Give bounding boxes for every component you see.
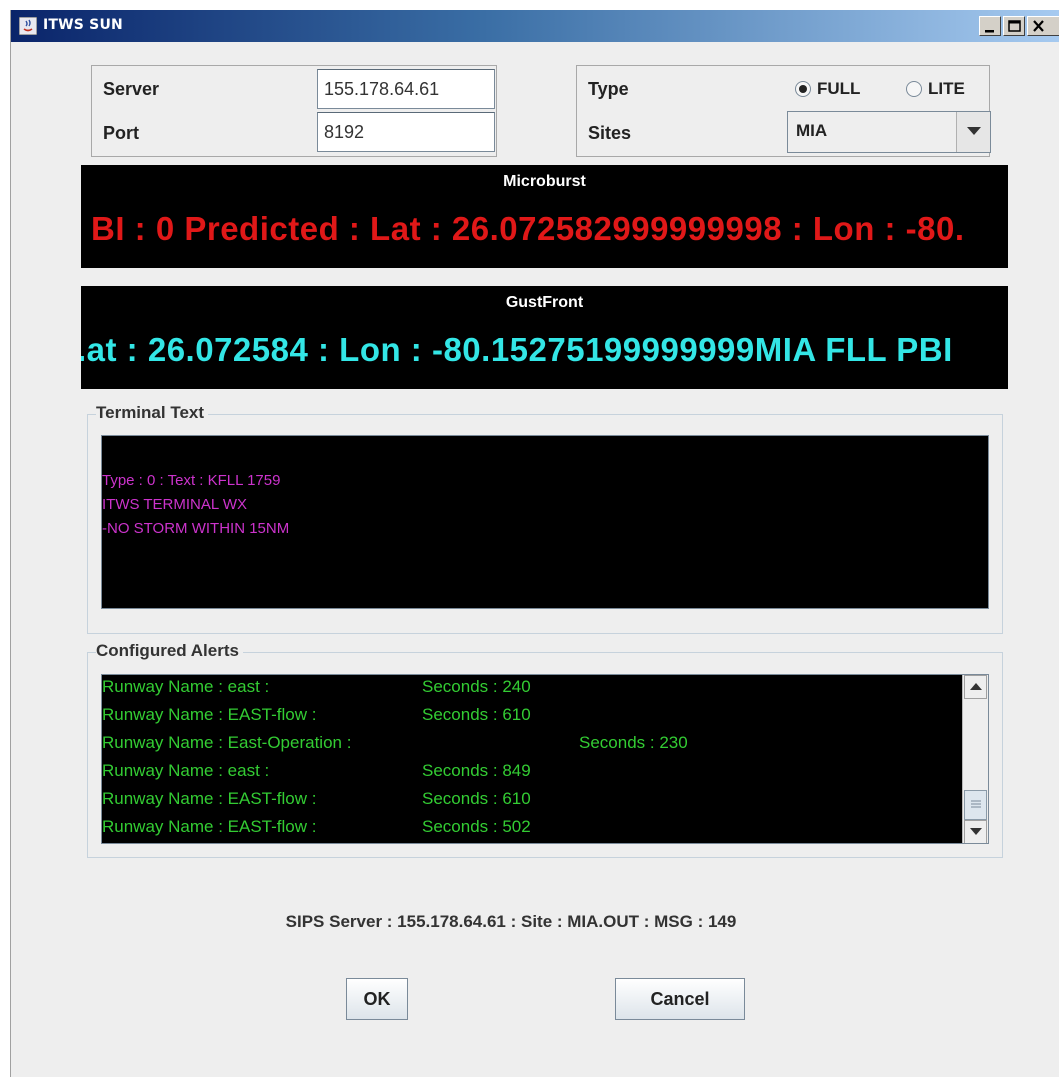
java-app-icon — [18, 16, 38, 36]
alert-seconds: Seconds : 230 — [579, 733, 688, 752]
alert-runway: Runway Name : EAST-flow : — [102, 817, 317, 836]
alert-runway: Runway Name : east : — [102, 677, 270, 696]
alert-seconds: Seconds : 610 — [422, 789, 531, 808]
scroll-thumb[interactable] — [964, 790, 987, 820]
gustfront-text: .at : 26.072584 : Lon : -80.152751999999… — [81, 331, 953, 368]
sites-selected-value: MIA — [796, 121, 828, 140]
microburst-text: BI : 0 Predicted : Lat : 26.072582999999… — [91, 210, 965, 247]
server-input[interactable]: 155.178.64.61 — [317, 69, 495, 109]
alert-runway: Runway Name : EAST-flow : — [102, 789, 317, 808]
configured-alerts-group: Configured Alerts Runway Name : east : S… — [87, 641, 1003, 858]
window-title: ITWS SUN — [43, 17, 123, 33]
terminal-text-area[interactable]: Type : 0 : Text : KFLL 1759 ITWS TERMINA… — [101, 435, 989, 609]
alert-row: Runway Name : EAST-flow : Seconds : 502 — [102, 817, 988, 843]
options-panel: Type FULL LITE Sites MIA — [576, 65, 991, 157]
close-button[interactable] — [1027, 16, 1059, 36]
sites-label: Sites — [588, 123, 632, 143]
scroll-up-button[interactable] — [964, 675, 987, 699]
alert-row: Runway Name : east : Seconds : 240 — [102, 677, 988, 705]
port-label: Port — [103, 123, 139, 143]
status-text: SIPS Server : 155.178.64.61 : Site : MIA… — [285, 912, 737, 931]
alert-runway: Runway Name : east : — [102, 761, 270, 780]
alerts-scrollbar[interactable] — [962, 675, 988, 843]
cancel-button[interactable]: Cancel — [615, 978, 745, 1020]
type-full-label[interactable]: FULL — [817, 79, 860, 99]
type-label: Type — [588, 79, 629, 99]
minimize-button[interactable] — [979, 16, 1001, 36]
gustfront-title: GustFront — [505, 294, 584, 311]
maximize-button[interactable] — [1003, 16, 1025, 36]
alert-row: Runway Name : EAST-flow : Seconds : 610 — [102, 789, 988, 817]
alert-seconds: Seconds : 610 — [422, 705, 531, 724]
alert-seconds: Seconds : 502 — [422, 817, 531, 836]
alert-row: Runway Name : East-Operation : Seconds :… — [102, 733, 988, 761]
type-full-radio[interactable] — [795, 81, 811, 97]
connection-panel: Server 155.178.64.61 Port 8192 — [91, 65, 497, 157]
scroll-down-button[interactable] — [964, 820, 987, 843]
terminal-text-title: Terminal Text — [96, 403, 209, 423]
configured-alerts-title: Configured Alerts — [96, 641, 243, 661]
terminal-line: -NO STORM WITHIN 15NM — [102, 520, 290, 537]
terminal-line: ITWS TERMINAL WX — [102, 496, 248, 513]
alert-row: Runway Name : EAST-flow : Seconds : 610 — [102, 705, 988, 733]
type-lite-radio[interactable] — [906, 81, 922, 97]
ok-button[interactable]: OK — [346, 978, 408, 1020]
title-bar[interactable]: ITWS SUN — [11, 10, 1059, 42]
alerts-list[interactable]: Runway Name : east : Seconds : 240 Runwa… — [101, 674, 989, 844]
alert-seconds: Seconds : 240 — [422, 677, 531, 696]
microburst-title: Microburst — [503, 173, 586, 190]
terminal-line: Type : 0 : Text : KFLL 1759 — [102, 472, 281, 489]
microburst-ticker: Microburst BI : 0 Predicted : Lat : 26.0… — [81, 165, 1008, 268]
alert-runway: Runway Name : East-Operation : — [102, 733, 352, 752]
chevron-down-icon[interactable] — [956, 112, 990, 152]
terminal-text-group: Terminal Text Type : 0 : Text : KFLL 175… — [87, 403, 1003, 634]
type-lite-label[interactable]: LITE — [928, 79, 965, 99]
alert-row: Runway Name : east : Seconds : 849 — [102, 761, 988, 789]
itws-window: ITWS SUN Server 155.178.64.61 Port 8192 … — [10, 10, 1059, 1077]
alert-runway: Runway Name : EAST-flow : — [102, 705, 317, 724]
alert-seconds: Seconds : 849 — [422, 761, 531, 780]
sites-select[interactable]: MIA — [787, 111, 991, 153]
port-input[interactable]: 8192 — [317, 112, 495, 152]
server-label: Server — [103, 79, 160, 99]
gustfront-ticker: GustFront .at : 26.072584 : Lon : -80.15… — [81, 286, 1008, 389]
